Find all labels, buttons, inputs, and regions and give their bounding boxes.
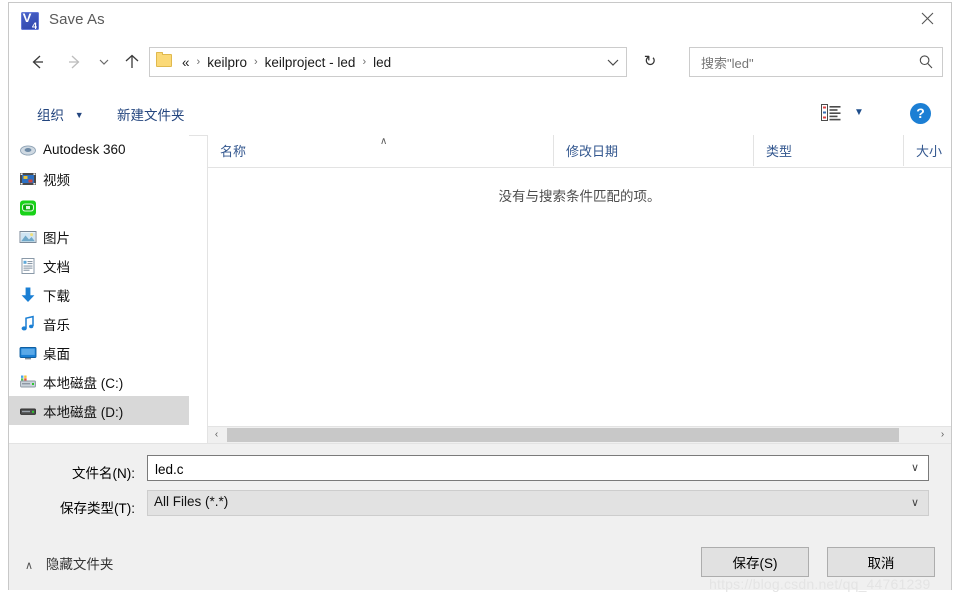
filename-field[interactable]: ∨ [147,455,929,482]
column-header-type[interactable]: 类型 [753,135,903,166]
column-header-label: 名称 [220,144,247,159]
sort-ascending-icon: ∧ [380,136,388,147]
up-button[interactable] [117,47,147,77]
breadcrumb-item-keilproject-led[interactable]: keilproject - led [263,55,358,70]
filename-label: 文件名(N): [72,466,135,481]
sidebar-item-label: Autodesk 360 [43,142,126,157]
sidebar-item-local-disk-c[interactable]: 本地磁盘 (C:) [9,367,189,396]
content-area: Autodesk 360 视频 图片 文档 下载 音乐 桌面 本地磁盘 (C:)… [9,135,951,443]
view-options-caret-icon[interactable]: ▼ [854,107,868,118]
filename-input[interactable] [153,456,897,482]
breadcrumb-separator: › [362,56,367,68]
sidebar-item-autodesk-360[interactable]: Autodesk 360 [9,135,189,164]
save-as-dialog: Save As [8,2,952,592]
navigation-bar: « › keilpro › keilproject - led › led ↻ [9,39,951,87]
window-title: Save As [49,11,105,28]
sidebar-item-downloads[interactable]: 下载 [9,280,189,309]
sidebar-item-label: 下载 [43,288,70,304]
form-area: 文件名(N): ∨ 保存类型(T): All Files (*.*) ∨ ∧ 隐… [9,443,951,590]
search-box[interactable] [689,47,943,78]
recent-locations-button[interactable] [93,47,115,77]
scroll-right-button[interactable]: › [934,427,951,443]
arrow-left-icon [32,55,43,69]
organize-label: 组织 [37,108,64,123]
sidebar-item-local-disk-d[interactable]: 本地磁盘 (D:) [9,396,189,425]
breadcrumb-item-keilpro[interactable]: keilpro [205,55,249,70]
sidebar-item-green-app[interactable] [9,193,189,222]
new-folder-button[interactable]: 新建文件夹 [113,101,189,127]
chevron-down-icon [99,59,109,65]
address-bar[interactable]: « › keilpro › keilproject - led › led [149,47,627,77]
local-drive-icon [20,408,36,415]
videos-icon [20,172,36,185]
music-icon [21,315,34,330]
empty-list-message: 没有与搜索条件匹配的项。 [498,189,661,204]
hide-folders-button[interactable]: ∧ 隐藏文件夹 [25,553,113,573]
filetype-select[interactable]: All Files (*.*) ∨ [147,490,929,516]
search-icon [919,55,933,69]
arrow-up-icon [125,54,139,68]
breadcrumb: « › keilpro › keilproject - led › led [180,48,393,76]
sidebar-item-label: 本地磁盘 (C:) [43,375,124,391]
pictures-icon [19,230,37,243]
scroll-left-button[interactable]: ‹ [208,427,225,443]
column-header-size[interactable]: 大小 [903,135,951,166]
sidebar-item-label: 音乐 [43,317,70,333]
sidebar-item-label: 视频 [43,172,70,188]
close-button[interactable] [905,3,951,33]
cancel-button[interactable]: 取消 [827,547,935,577]
filetype-label: 保存类型(T): [60,501,135,516]
sidebar-item-label: 文档 [43,259,70,275]
search-input[interactable] [699,48,903,78]
close-icon [921,12,934,25]
sidebar-item-documents[interactable]: 文档 [9,251,189,280]
back-button[interactable] [23,47,53,77]
sidebar-item-label: 本地磁盘 (D:) [43,404,124,420]
help-button[interactable]: ? [910,103,931,124]
arrow-right-icon [69,55,80,69]
sidebar-item-desktop[interactable]: 桌面 [9,338,189,367]
address-dropdown-button[interactable] [602,55,624,69]
keil-uvision-icon [21,12,39,31]
folder-icon [156,52,172,67]
breadcrumb-separator: › [253,56,258,68]
refresh-button[interactable]: ↻ [635,47,665,77]
navigation-sidebar: Autodesk 360 视频 图片 文档 下载 音乐 桌面 本地磁盘 (C:)… [9,135,189,443]
sidebar-item-label: 桌面 [43,346,70,362]
chevron-down-icon: ▼ [74,110,84,120]
hide-folders-label: 隐藏文件夹 [45,557,114,572]
sidebar-item-pictures[interactable]: 图片 [9,222,189,251]
green-app-icon [20,200,36,215]
column-header-name[interactable]: 名称 ∧ [208,135,553,166]
organize-button[interactable]: 组织 ▼ [33,101,88,127]
desktop-icon [19,346,37,359]
chevron-up-icon: ∧ [25,560,34,572]
sidebar-item-videos[interactable]: 视频 [9,164,189,193]
sidebar-item-music[interactable]: 音乐 [9,309,189,338]
sidebar-item-label: 图片 [43,230,70,246]
filename-dropdown-icon[interactable]: ∨ [906,461,924,474]
breadcrumb-item-led[interactable]: led [371,55,393,70]
breadcrumb-prefix[interactable]: « [180,55,192,70]
horizontal-scroll-thumb[interactable] [227,428,899,442]
forward-button[interactable] [59,47,89,77]
system-drive-icon [20,375,36,387]
filetype-value: All Files (*.*) [154,494,229,509]
filetype-dropdown-icon[interactable]: ∨ [906,496,924,509]
file-list-horizontal-scrollbar[interactable]: ‹ › [208,426,951,443]
chevron-down-icon [607,59,619,66]
documents-icon [21,257,35,274]
downloads-icon [21,287,35,302]
toolbar: 组织 ▼ 新建文件夹 ▼ ? [9,93,951,136]
column-header-date-modified[interactable]: 修改日期 [553,135,753,166]
column-headers: 名称 ∧ 修改日期 类型 大小 [208,135,951,168]
breadcrumb-separator: › [196,56,201,68]
title-bar: Save As [9,3,951,39]
autodesk-cloud-icon [20,144,36,156]
list-view-icon[interactable] [821,104,841,122]
save-button[interactable]: 保存(S) [701,547,809,577]
file-list-pane: 名称 ∧ 修改日期 类型 大小 没有与搜索条件匹配的项。 ‹ › [207,135,951,443]
